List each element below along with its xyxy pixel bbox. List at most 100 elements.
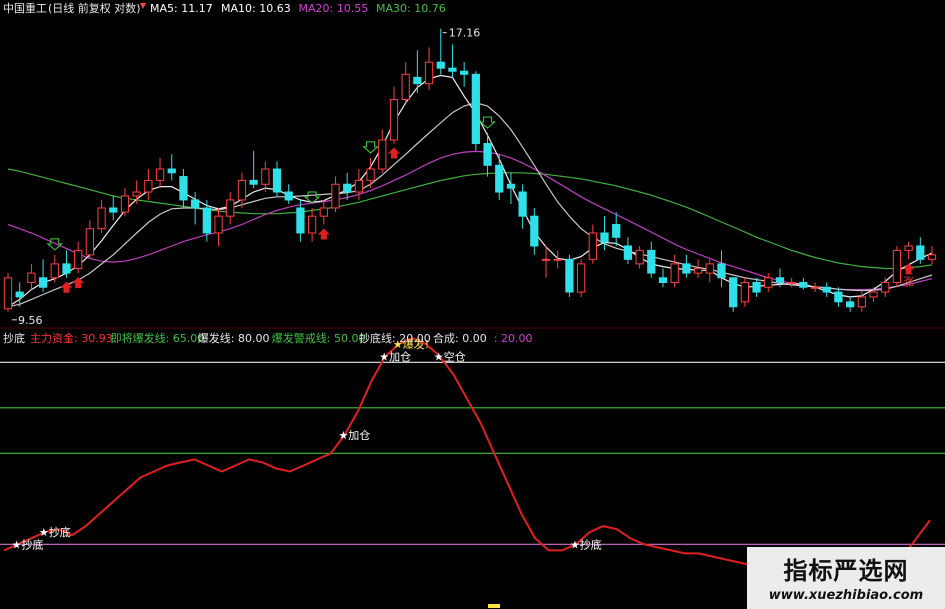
candle-body [237, 179, 247, 201]
signal-annotation: ★加仓 [338, 428, 370, 442]
indicator-readout: 抄底线: 20.00 [359, 331, 431, 345]
candle-body [354, 179, 364, 193]
low-price-label: 9.56 [18, 314, 43, 327]
sell-arrow-icon [72, 277, 85, 289]
indicator-title: 抄底 [3, 331, 25, 345]
candle-body [214, 215, 223, 234]
scroll-marker [488, 604, 500, 608]
candle-body [448, 67, 457, 72]
candle-body [635, 249, 644, 265]
stock-name: 中国重工 [3, 1, 47, 15]
candle-body [284, 191, 293, 201]
candle-body [787, 281, 796, 284]
candle-body [319, 207, 328, 217]
candle-body [331, 183, 340, 209]
candle-body [717, 263, 726, 279]
header-arrow-icon [140, 3, 146, 9]
signal-annotation: ★抄底 [39, 525, 71, 539]
candle-body [343, 183, 352, 193]
zhang-label: 涨 [903, 275, 914, 288]
candle-body [682, 263, 691, 274]
candle-body [132, 191, 141, 197]
indicator-readout: 主力资金: 30.93 [30, 331, 113, 345]
candle-body [460, 70, 469, 75]
ma30-readout: MA30: 10.76 [376, 2, 446, 15]
candle-body [846, 301, 855, 308]
indicator-readout: 合成: 0.00 [433, 331, 487, 345]
candle-body [167, 168, 176, 174]
candle-body [436, 61, 445, 69]
signal-annotation: ★空仓 [434, 349, 466, 363]
candle-body [658, 277, 668, 283]
high-price-label: 17.16 [449, 27, 481, 40]
candle-body [530, 215, 539, 247]
candle-body [191, 199, 200, 209]
candle-body [226, 199, 235, 217]
candle-body [740, 281, 749, 303]
watermark-title: 指标严选网 [783, 557, 909, 585]
candle-body [272, 168, 282, 193]
candle-body [155, 168, 165, 181]
stock-chart: 17.16 9.56 涨 中国重工 (日线 前复权 对数) MA5: 11.17 MA10:… [0, 1, 945, 608]
ma5-readout: MA5: 11.17 [150, 2, 213, 15]
candle-body [85, 228, 94, 256]
candle-body [483, 143, 492, 166]
candle-body [647, 249, 656, 274]
candle-body [38, 277, 48, 288]
candle-body [764, 277, 773, 288]
ma20-line [7, 150, 933, 291]
signal-annotation: ★抄底 [570, 537, 602, 551]
candle-body [857, 296, 866, 308]
candle-body [799, 281, 808, 288]
candle-body [378, 139, 387, 170]
candle-body [202, 207, 211, 234]
candle-body [307, 215, 317, 234]
candle-body [261, 168, 270, 185]
candle-body [834, 291, 843, 303]
candle-body [413, 76, 422, 85]
candle-body [553, 258, 562, 261]
candle-body [752, 281, 761, 293]
candle-body [518, 191, 527, 217]
candle-body [144, 179, 153, 193]
candle-body [822, 286, 831, 293]
indicator-readout: 爆发线: 80.00 [198, 331, 270, 345]
chart-mode: (日线 前复权 对数) [48, 1, 141, 15]
candle-body [366, 168, 375, 181]
candle-body [892, 249, 902, 283]
indicator-readout: 即将爆发线: 65.00 [111, 331, 205, 345]
candle-body [424, 61, 434, 85]
candle-body [27, 272, 36, 283]
watermark-url: www.xuezhibiao.com [768, 588, 924, 603]
ma10-line [7, 102, 933, 308]
candle-body [588, 232, 597, 260]
candle-body [881, 281, 890, 293]
candle-body [775, 277, 785, 283]
watermark-logo: 指标严选网 www.xuezhibiao.com [747, 547, 945, 609]
candle-body [62, 263, 71, 274]
candle-body [576, 263, 586, 293]
indicator-readout: 爆发警戒线: 50.00 [272, 331, 366, 345]
candle-body [296, 207, 305, 234]
candle-body [179, 176, 188, 201]
indicator-readout: : 20.00 [494, 332, 533, 345]
signal-annotation: ★加仓 [379, 349, 411, 363]
candle-body [565, 258, 574, 293]
buy-arrow-icon [362, 141, 379, 154]
sell-arrow-icon [387, 147, 400, 159]
candle-body [389, 99, 399, 141]
candle-body [3, 277, 13, 310]
candle-body [670, 263, 679, 283]
candle-body [471, 73, 480, 145]
candle-body [50, 263, 59, 279]
candle-body [109, 207, 118, 213]
candle-body [693, 267, 703, 274]
main-fund-line [3, 337, 931, 573]
candle-body [15, 291, 24, 298]
candle-body [729, 277, 738, 308]
candle-body [506, 183, 516, 189]
candle-body [612, 223, 621, 238]
candle-body [401, 73, 410, 101]
candle-body [904, 245, 913, 251]
candle-body [705, 263, 714, 274]
